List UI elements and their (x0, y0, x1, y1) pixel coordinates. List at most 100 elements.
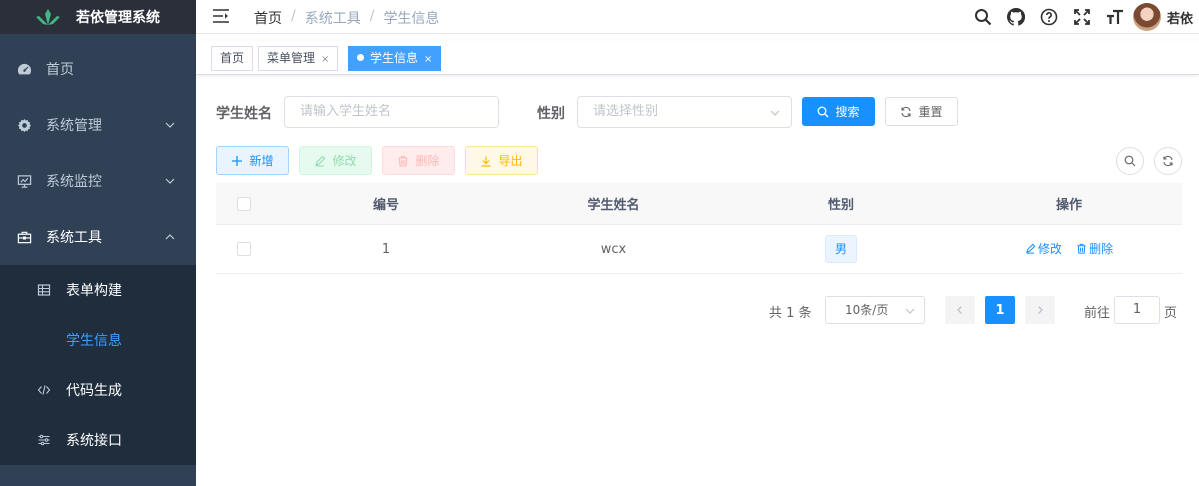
name-label: 学生姓名 (216, 106, 272, 122)
export-button[interactable]: 导出 (465, 146, 538, 175)
monitor-icon (16, 173, 32, 189)
row-checkbox[interactable] (236, 242, 251, 256)
hamburger-icon[interactable] (212, 7, 230, 25)
cell-name: wcx (600, 241, 627, 257)
page-number-current[interactable]: 1 (985, 296, 1015, 324)
breadcrumb-item: 系统工具 (304, 11, 361, 27)
toggle-search-button[interactable] (1116, 147, 1144, 175)
student-name-input[interactable]: 请输入学生姓名 (284, 96, 499, 128)
github-icon[interactable] (1006, 7, 1026, 27)
reset-button[interactable]: 重置 (885, 97, 958, 126)
tag-label: 首页 (220, 51, 245, 65)
breadcrumb-item: 学生信息 (383, 11, 440, 27)
sidebar-item-form-build[interactable]: 表单构建 (0, 265, 196, 315)
sliders-icon (36, 432, 52, 448)
column-header-gender[interactable]: 性别 (726, 194, 956, 213)
sidebar-item-label: 系统管理 (46, 118, 102, 134)
sidebar-item-monitor[interactable]: 系统监控 (0, 153, 196, 209)
close-icon[interactable]: × (321, 54, 329, 65)
refresh-button[interactable] (1154, 147, 1182, 175)
gender-label: 性别 (537, 106, 565, 122)
gender-placeholder: 请选择性别 (593, 104, 659, 119)
sidebar-item-label: 代码生成 (66, 383, 122, 399)
font-size-icon[interactable] (1105, 7, 1125, 27)
column-header-name[interactable]: 学生姓名 (501, 194, 726, 213)
goto-label: 前往 (1084, 306, 1111, 321)
sidebar-item-label: 表单构建 (66, 283, 122, 299)
chevron-down-icon (770, 110, 780, 116)
gender-tag: 男 (824, 235, 857, 263)
table-header: 编号 学生姓名 性别 操作 (216, 183, 1182, 225)
sidebar-item-home[interactable]: 首页 (0, 41, 196, 97)
edit-icon (1025, 243, 1036, 254)
table-icon (36, 282, 52, 298)
chevron-down-icon (165, 122, 175, 128)
delete-button[interactable]: 删除 (382, 146, 455, 175)
sidebar-item-label: 系统接口 (66, 433, 122, 449)
sidebar-item-student-info[interactable]: 学生信息 (0, 315, 196, 365)
chevron-down-icon (905, 308, 915, 314)
sidebar-item-api[interactable]: 系统接口 (0, 415, 196, 465)
edit-button-label: 修改 (332, 154, 357, 168)
plus-icon (231, 155, 243, 167)
search-button[interactable]: 搜索 (802, 97, 875, 126)
logo[interactable]: 若依管理系统 (0, 0, 196, 34)
chevron-left-icon (957, 306, 962, 314)
select-all-checkbox[interactable] (236, 196, 251, 211)
tags-view: 首页 菜单管理 × 学生信息 × (196, 41, 1199, 75)
prev-page-button[interactable] (945, 296, 975, 324)
goto-suffix: 页 (1164, 306, 1178, 321)
avatar[interactable] (1132, 3, 1161, 31)
export-button-label: 导出 (498, 154, 523, 168)
pagination-total: 共 1 条 (769, 306, 812, 321)
reset-button-label: 重置 (918, 105, 943, 119)
breadcrumb-item[interactable]: 首页 (254, 8, 282, 28)
page-size-value: 10条/页 (845, 303, 889, 317)
navbar-actions: 若依 (960, 0, 1193, 34)
chevron-up-icon (165, 234, 175, 240)
sidebar-item-label: 首页 (46, 62, 74, 78)
next-page-button[interactable] (1025, 296, 1055, 324)
logo-icon (36, 9, 60, 25)
breadcrumb-separator: / (369, 8, 375, 24)
column-header-actions: 操作 (1055, 198, 1082, 213)
add-button[interactable]: 新增 (216, 146, 289, 175)
user-name[interactable]: 若依 (1167, 8, 1193, 27)
sidebar-item-code-gen[interactable]: 代码生成 (0, 365, 196, 415)
tag-home[interactable]: 首页 (211, 46, 254, 71)
tag-menu-management[interactable]: 菜单管理 × (258, 46, 339, 71)
sidebar-item-tools[interactable]: 系统工具 (0, 209, 196, 265)
goto-page-input[interactable]: 1 (1114, 296, 1160, 324)
chevron-right-icon (1038, 306, 1043, 314)
chevron-down-icon (165, 178, 175, 184)
fullscreen-icon[interactable] (1072, 7, 1092, 27)
row-edit-link[interactable]: 修改 (1025, 240, 1062, 257)
pagination: 共 1 条 10条/页 1 前往 1 页 (196, 296, 1199, 324)
trash-icon (1077, 243, 1086, 254)
help-icon[interactable] (1039, 7, 1059, 27)
row-delete-link[interactable]: 删除 (1076, 240, 1113, 257)
student-name-placeholder: 请输入学生姓名 (300, 104, 392, 119)
trash-icon (397, 155, 409, 167)
cell-actions: 修改 删除 (956, 240, 1182, 258)
app-root: 若依管理系统 首页 系统管理 系统监控 系统工具 表单构建 学生信息 代码生成 … (0, 0, 1199, 486)
sidebar: 若依管理系统 首页 系统管理 系统监控 系统工具 表单构建 学生信息 代码生成 … (0, 0, 196, 486)
search-icon (817, 106, 829, 118)
tag-label: 菜单管理 (267, 51, 316, 65)
sidebar-item-label: 系统监控 (46, 174, 102, 190)
close-icon[interactable]: × (424, 54, 432, 65)
sidebar-item-system[interactable]: 系统管理 (0, 97, 196, 153)
tag-student-info[interactable]: 学生信息 × (348, 46, 442, 71)
submenu-tools: 表单构建 学生信息 代码生成 系统接口 (0, 265, 196, 465)
gender-select[interactable]: 请选择性别 (577, 96, 792, 128)
cell-id: 1 (381, 241, 391, 257)
column-header-id[interactable]: 编号 (271, 194, 501, 213)
search-button-label: 搜索 (835, 105, 860, 119)
header-checkbox-cell (216, 196, 271, 211)
navbar: 首页 / 系统工具 / 学生信息 若依 (196, 0, 1199, 34)
page-size-select[interactable]: 10条/页 (825, 296, 925, 324)
refresh-icon (900, 106, 912, 118)
student-table: 编号 学生姓名 性别 操作 1 wcx 男 修改 删除 (216, 183, 1182, 274)
edit-button[interactable]: 修改 (299, 146, 372, 175)
search-icon[interactable] (973, 7, 993, 27)
